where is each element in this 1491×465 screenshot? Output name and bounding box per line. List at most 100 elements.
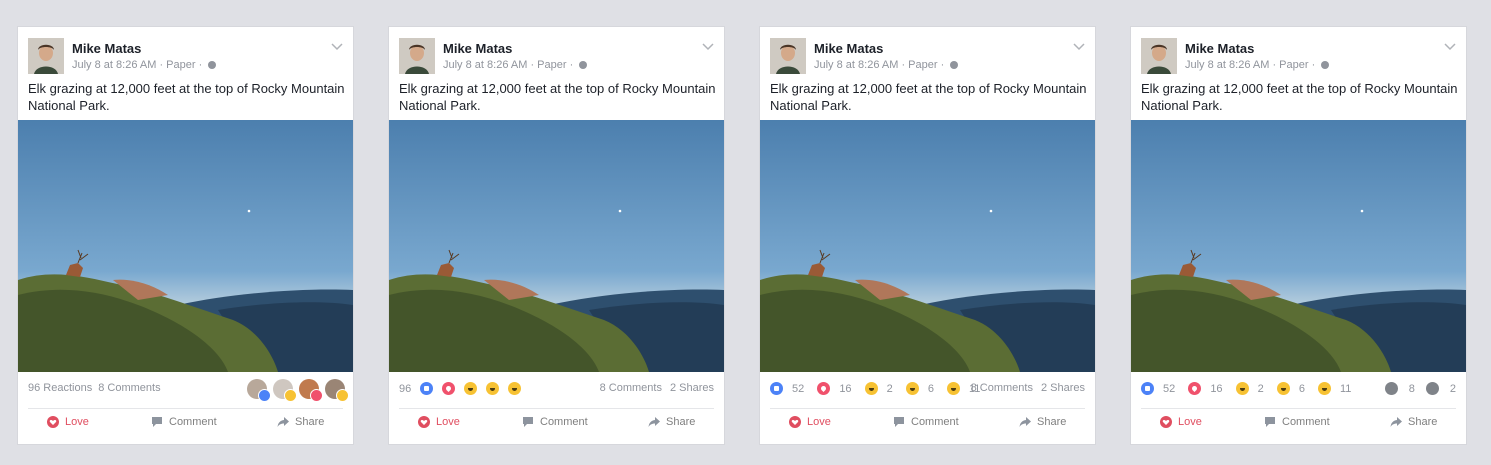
comments-count[interactable]: 8 Comments: [971, 382, 1033, 394]
reactor-avatars[interactable]: [247, 379, 349, 402]
chevron-down-icon[interactable]: [702, 43, 714, 51]
comments-count[interactable]: 8: [1384, 382, 1415, 395]
post-text: Elk grazing at 12,000 feet at the top of…: [1141, 81, 1458, 113]
comments-count[interactable]: 8 Comments: [98, 382, 160, 394]
post-card-1: Mike Matas July 8 at 8:26 AM · Paper · E…: [18, 27, 353, 444]
author-name[interactable]: Mike Matas: [443, 41, 512, 56]
post-text: Elk grazing at 12,000 feet at the top of…: [399, 81, 716, 113]
globe-icon: [579, 61, 588, 69]
love-icon: [1188, 382, 1202, 395]
comment-button[interactable]: Comment: [1264, 416, 1330, 428]
heart-icon: [47, 416, 59, 428]
comments-count[interactable]: 8 Comments: [600, 382, 662, 394]
author-name[interactable]: Mike Matas: [1185, 41, 1254, 56]
reactor-avatar: [325, 379, 349, 402]
action-bar: Love Comment Share: [389, 416, 724, 438]
divider: [399, 408, 714, 409]
reactor-avatar: [273, 379, 297, 402]
post-card-3: Mike Matas July 8 at 8:26 AM · Paper · E…: [760, 27, 1095, 444]
post-card-2: Mike Matas July 8 at 8:26 AM · Paper · E…: [389, 27, 724, 444]
comment-icon: [894, 417, 904, 427]
comment-icon: [1265, 417, 1275, 427]
post-date[interactable]: July 8 at 8:26 AM: [814, 59, 898, 71]
love-button[interactable]: Love: [47, 416, 89, 428]
action-bar: Love Comment Share: [760, 416, 1095, 438]
sad-count[interactable]: 6: [905, 382, 934, 395]
like-count[interactable]: 52: [1141, 382, 1175, 395]
wow-icon: [508, 382, 522, 395]
wow-count[interactable]: 11: [1318, 382, 1351, 395]
haha-icon: [1235, 382, 1249, 395]
author-avatar[interactable]: [770, 38, 806, 74]
haha-count[interactable]: 2: [1235, 382, 1264, 395]
comment-button[interactable]: Comment: [522, 416, 588, 428]
comment-button[interactable]: Comment: [893, 416, 959, 428]
chevron-down-icon[interactable]: [1073, 43, 1085, 51]
love-button[interactable]: Love: [418, 416, 460, 428]
elk-photo[interactable]: [760, 120, 1095, 372]
comment-icon: [523, 417, 533, 427]
post-date[interactable]: July 8 at 8:26 AM: [1185, 59, 1269, 71]
love-icon: [310, 389, 323, 402]
wow-icon: [947, 382, 960, 395]
action-bar: Love Comment Share: [18, 416, 353, 438]
author-name[interactable]: Mike Matas: [814, 41, 883, 56]
sad-icon: [486, 382, 500, 395]
share-arrow-icon: [1390, 417, 1402, 427]
post-meta: July 8 at 8:26 AM · Paper ·: [1185, 59, 1330, 71]
comment-button[interactable]: Comment: [151, 416, 217, 428]
sad-count[interactable]: 6: [1276, 382, 1305, 395]
post-date[interactable]: July 8 at 8:26 AM: [72, 59, 156, 71]
engagement-stats: 96 Reactions 8 Comments: [18, 372, 353, 408]
chevron-down-icon[interactable]: [1444, 43, 1456, 51]
love-button[interactable]: Love: [1160, 416, 1202, 428]
like-icon: [770, 382, 783, 395]
post-text: Elk grazing at 12,000 feet at the top of…: [770, 81, 1087, 113]
heart-icon: [418, 416, 430, 428]
elk-photo[interactable]: [389, 120, 724, 372]
love-icon: [817, 382, 831, 395]
author-avatar[interactable]: [1141, 38, 1177, 74]
share-arrow-icon: [1019, 417, 1031, 427]
elk-photo[interactable]: [1131, 120, 1466, 372]
author-name[interactable]: Mike Matas: [72, 41, 141, 56]
post-date[interactable]: July 8 at 8:26 AM: [443, 59, 527, 71]
author-avatar[interactable]: [399, 38, 435, 74]
shares-count[interactable]: 2 Shares: [670, 382, 714, 394]
post-source: Paper: [537, 59, 567, 71]
haha-count[interactable]: 2: [864, 382, 893, 395]
like-icon: [1141, 382, 1154, 395]
author-avatar[interactable]: [28, 38, 64, 74]
haha-icon: [336, 389, 349, 402]
share-arrow-icon: [648, 417, 660, 427]
share-button[interactable]: Share: [648, 416, 695, 428]
share-arrow-icon: [277, 417, 289, 427]
love-count[interactable]: 16: [1188, 382, 1223, 395]
elk-photo[interactable]: [18, 120, 353, 372]
like-count[interactable]: 52: [770, 382, 804, 395]
reactions-total: 96: [399, 382, 412, 395]
engagement-stats: 52 16 2 6 11 8 2: [1131, 372, 1466, 408]
wow-icon: [284, 389, 297, 402]
love-count[interactable]: 16: [817, 382, 852, 395]
reactions-summary[interactable]: 96: [399, 382, 524, 395]
like-icon: [258, 389, 271, 402]
post-source: Paper: [166, 59, 196, 71]
love-button[interactable]: Love: [789, 416, 831, 428]
sad-icon: [905, 382, 919, 395]
shares-count[interactable]: 2: [1425, 382, 1456, 395]
post-meta: July 8 at 8:26 AM · Paper ·: [443, 59, 588, 71]
post-meta: July 8 at 8:26 AM · Paper ·: [72, 59, 217, 71]
globe-icon: [950, 61, 959, 69]
share-button[interactable]: Share: [1019, 416, 1066, 428]
divider: [28, 408, 343, 409]
heart-icon: [1160, 416, 1172, 428]
share-button[interactable]: Share: [277, 416, 324, 428]
reactions-count[interactable]: 96 Reactions: [28, 382, 92, 394]
wow-icon: [1318, 382, 1331, 395]
share-button[interactable]: Share: [1390, 416, 1437, 428]
haha-icon: [464, 382, 478, 395]
globe-icon: [208, 61, 217, 69]
chevron-down-icon[interactable]: [331, 43, 343, 51]
shares-count[interactable]: 2 Shares: [1041, 382, 1085, 394]
